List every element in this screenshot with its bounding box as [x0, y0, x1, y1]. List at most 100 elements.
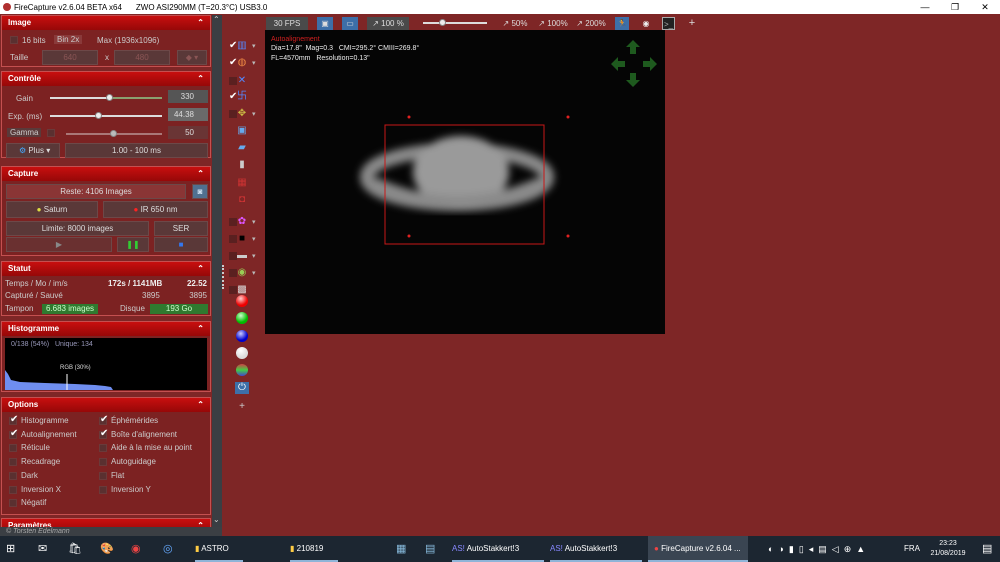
gain-slider-knob[interactable] — [106, 94, 113, 101]
image-header[interactable]: Image ⌃ — [2, 16, 210, 30]
chevron-down-icon[interactable]: ▾ — [252, 59, 256, 67]
run-icon[interactable]: 🏃 — [615, 17, 629, 30]
clock-date[interactable]: 21/08/2019 — [928, 549, 968, 559]
arrow-right-icon[interactable] — [643, 57, 657, 71]
tool-checkbox[interactable] — [229, 110, 237, 118]
controle-header[interactable]: Contrôle ⌃ — [2, 72, 210, 86]
arrow-down-icon[interactable] — [626, 73, 640, 87]
exposure-range[interactable]: 1.00 - 100 ms — [65, 143, 208, 158]
focus-icon[interactable]: ◍ — [235, 57, 249, 69]
power-icon[interactable]: ⏻ — [235, 382, 249, 394]
flat-icon[interactable]: ◉ — [235, 267, 249, 279]
option-checkbox[interactable] — [99, 471, 107, 480]
trash-icon[interactable]: ▮ — [235, 159, 249, 171]
collapse-icon[interactable]: ⌃ — [197, 398, 204, 412]
taskbar-autostakkert-1[interactable]: AS! AutoStakkert!3 — [452, 536, 544, 562]
gamma-slider[interactable] — [66, 130, 162, 137]
collapse-icon[interactable]: ⌃ — [197, 72, 204, 86]
tool-checkbox[interactable]: ✔ — [229, 92, 237, 102]
roi-icon[interactable]: ✥ — [235, 108, 249, 120]
pause-button[interactable]: ❚❚ — [117, 237, 149, 252]
histogram-icon[interactable]: ▥ — [235, 40, 249, 52]
green-channel-icon[interactable] — [236, 312, 248, 324]
blue-channel-icon[interactable] — [236, 330, 248, 342]
taskbar-firecapture[interactable]: ● FireCapture v2.6.04 ... — [648, 536, 748, 562]
notifications-icon[interactable]: ▤ — [982, 536, 992, 562]
taskbar-autostakkert-2[interactable]: AS! AutoStakkert!3 — [550, 536, 642, 562]
tool-checkbox[interactable] — [229, 269, 237, 277]
option-checkbox[interactable] — [9, 428, 18, 439]
exp-slider-knob[interactable] — [95, 112, 102, 119]
white-channel-icon[interactable] — [236, 347, 248, 359]
format-button[interactable]: SER — [154, 221, 208, 236]
fullscreen-icon[interactable]: ▣ — [317, 17, 333, 30]
zoom-100-button[interactable]: ↗ 100% — [538, 17, 568, 30]
object-button[interactable]: ● Saturn — [6, 201, 98, 218]
chevron-down-icon[interactable]: ▾ — [252, 42, 256, 50]
plus-dropdown[interactable]: ⚙ Plus ▾ — [6, 143, 60, 158]
language-indicator[interactable]: FRA — [904, 536, 920, 562]
start-capture-button[interactable]: ▶ — [6, 237, 112, 252]
camera-preview[interactable]: Autoalignement Dia=17.8" Mag=0.3 CMI=295… — [265, 30, 665, 334]
add-tool-icon[interactable]: + — [235, 401, 249, 413]
filter-button[interactable]: ● IR 650 nm — [103, 201, 208, 218]
gamma-button[interactable]: Gamma — [7, 128, 42, 137]
navigation-arrows[interactable] — [611, 40, 657, 87]
collapse-icon[interactable]: ⌃ — [197, 16, 204, 30]
collapse-icon[interactable]: ⌃ — [197, 262, 204, 276]
collapse-icon[interactable]: ⌃ — [197, 322, 204, 336]
snapshot-camera-icon[interactable]: ◙ — [192, 184, 208, 199]
tool-checkbox[interactable] — [229, 252, 237, 260]
chevron-down-icon[interactable]: ▾ — [252, 269, 256, 277]
resolution-dropdown[interactable]: ◆ ▾ — [177, 50, 207, 65]
bin-button[interactable]: Bin 2x — [54, 35, 83, 44]
option-checkbox[interactable] — [9, 471, 17, 480]
rgb-channel-icon[interactable] — [236, 364, 248, 376]
splitter-handle[interactable] — [222, 265, 224, 289]
height-field[interactable]: 480 — [114, 50, 170, 65]
option-checkbox[interactable] — [99, 444, 107, 453]
tool-checkbox[interactable] — [229, 218, 237, 226]
zoom-200-button[interactable]: ↗ 200% — [575, 17, 607, 30]
tool-checkbox[interactable]: ✔ — [229, 41, 237, 51]
arrow-up-icon[interactable] — [626, 40, 640, 54]
option-checkbox[interactable] — [9, 485, 17, 494]
max-radio[interactable]: Max (1936x1096) — [97, 36, 159, 45]
scroll-up-icon[interactable]: ⌃ — [213, 15, 220, 24]
add-toolbar-button[interactable]: + — [686, 17, 698, 30]
16bits-checkbox[interactable] — [10, 36, 18, 44]
tool-checkbox[interactable] — [229, 77, 237, 85]
arrow-left-icon[interactable] — [611, 57, 625, 71]
system-tray-icons[interactable]: ◐◑▮▯◂▤◁⊕▲ — [768, 536, 870, 562]
chevron-down-icon[interactable]: ▾ — [252, 252, 256, 260]
options-header[interactable]: Options ⌃ — [2, 398, 210, 412]
option-checkbox[interactable] — [9, 499, 17, 508]
gain-input[interactable]: 330 — [168, 90, 208, 103]
option-checkbox[interactable] — [99, 414, 108, 425]
size-radio[interactable]: Taille — [10, 53, 28, 62]
calculator-icon[interactable]: ▦ — [396, 536, 406, 562]
tool-checkbox[interactable]: ✔ — [229, 58, 237, 68]
gamma-slider-knob[interactable] — [110, 130, 117, 137]
guide-icon[interactable]: 卐 — [235, 91, 249, 103]
console-icon[interactable]: >_ — [662, 17, 675, 30]
maximize-button[interactable]: ❐ — [940, 0, 970, 14]
capture-header[interactable]: Capture ⌃ — [2, 167, 210, 181]
exp-slider[interactable] — [50, 112, 162, 119]
option-checkbox[interactable] — [99, 485, 107, 494]
gain-slider[interactable] — [50, 94, 162, 101]
taskbar-folder[interactable]: ▮ 210819 — [290, 536, 338, 562]
tool-checkbox[interactable] — [229, 235, 237, 243]
folder-icon[interactable]: ▰ — [235, 142, 249, 154]
crosshair-icon[interactable]: ✕ — [235, 75, 249, 87]
gamma-checkbox[interactable] — [47, 129, 55, 137]
record-settings-icon[interactable]: ◉ — [639, 17, 653, 30]
option-checkbox[interactable] — [9, 458, 17, 467]
save-icon[interactable]: ▣ — [235, 125, 249, 137]
zoom-slider[interactable] — [423, 19, 487, 26]
option-checkbox[interactable] — [99, 458, 107, 467]
color-icon[interactable]: ✿ — [235, 216, 249, 228]
limit-button[interactable]: Limite: 8000 images — [6, 221, 149, 236]
close-button[interactable]: ✕ — [970, 0, 1000, 14]
taskbar-astro[interactable]: ▮ ASTRO — [195, 536, 243, 562]
